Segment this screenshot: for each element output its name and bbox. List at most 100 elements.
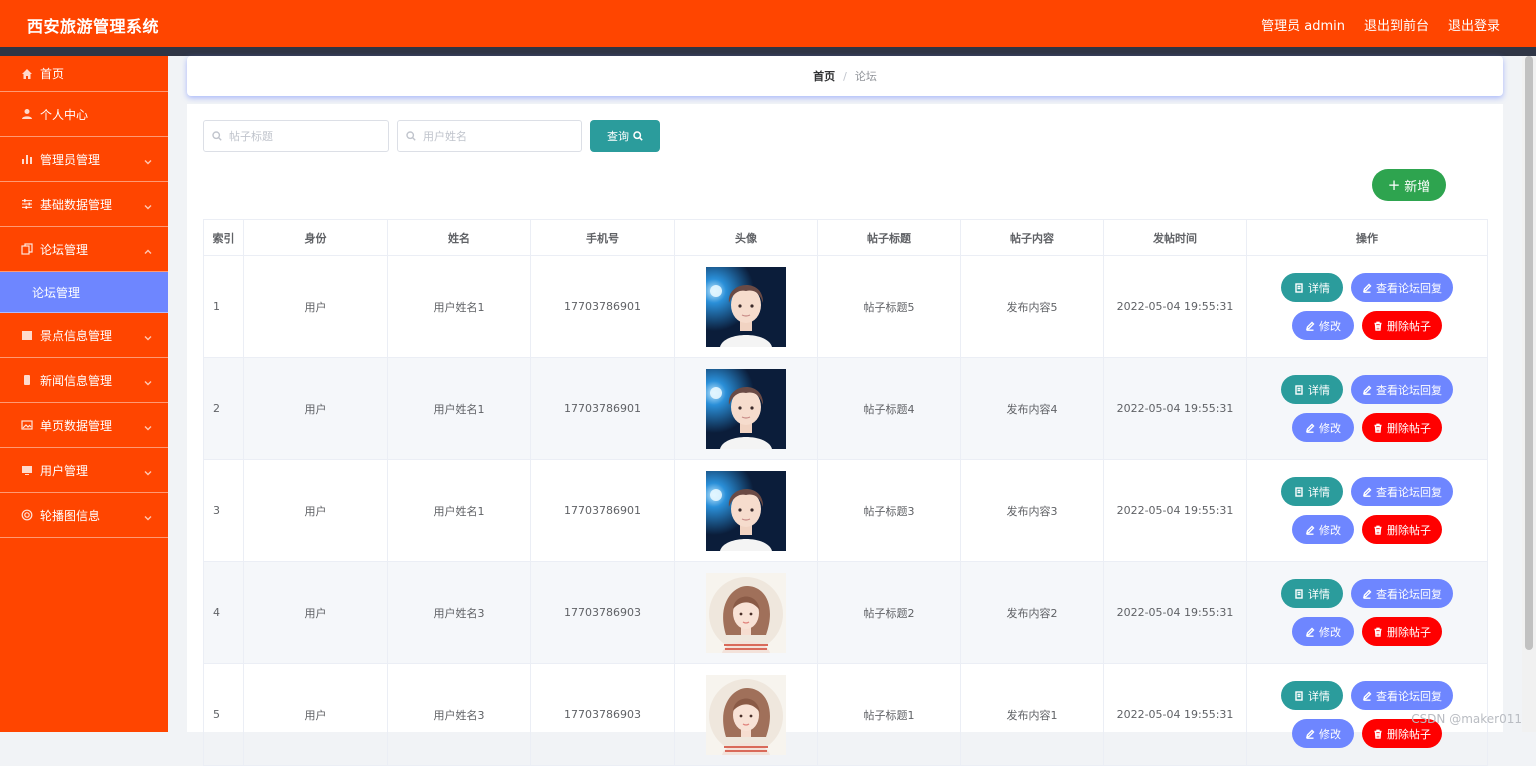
detail-button[interactable]: 详情 xyxy=(1281,579,1343,608)
view-replies-button-label: 查看论坛回复 xyxy=(1376,689,1442,703)
cell-actions: 详情 查看论坛回复 修改 删除帖子 xyxy=(1246,459,1488,562)
view-replies-button[interactable]: 查看论坛回复 xyxy=(1351,273,1453,302)
phone-icon xyxy=(20,373,34,387)
user-icon xyxy=(20,107,34,121)
cell-time: 2022-05-04 19:55:31 xyxy=(1103,255,1247,358)
delete-post-button[interactable]: 删除帖子 xyxy=(1362,413,1442,442)
column-header: 姓名 xyxy=(387,219,531,256)
view-replies-button[interactable]: 查看论坛回复 xyxy=(1351,681,1453,710)
view-replies-button-label: 查看论坛回复 xyxy=(1376,383,1442,397)
column-header: 身份 xyxy=(243,219,388,256)
cell-name: 用户姓名1 xyxy=(387,255,531,358)
edit-button-label: 修改 xyxy=(1319,319,1341,333)
delete-post-button[interactable]: 删除帖子 xyxy=(1362,311,1442,340)
edit-button[interactable]: 修改 xyxy=(1292,515,1354,544)
app-title: 西安旅游管理系统 xyxy=(27,17,160,36)
breadcrumb-home[interactable]: 首页 xyxy=(813,68,835,84)
query-button-label: 查询 xyxy=(607,130,629,143)
user-name-input[interactable] xyxy=(421,128,575,144)
sidebar-item-users[interactable]: 用户管理 xyxy=(0,448,168,493)
detail-button[interactable]: 详情 xyxy=(1281,477,1343,506)
admin-user-link[interactable]: 管理员 admin xyxy=(1261,15,1345,34)
detail-button-label: 详情 xyxy=(1308,281,1330,295)
sidebar-item-label: 基础数据管理 xyxy=(40,197,113,212)
chevron-down-icon xyxy=(144,331,152,341)
table-row: 2 用户 用户姓名1 17703786901 帖子标题4 发布内容4 2022-… xyxy=(203,357,1488,460)
add-button[interactable]: + 新增 xyxy=(1372,169,1446,201)
sidebar-item-profile[interactable]: 个人中心 xyxy=(0,92,168,137)
chevron-down-icon xyxy=(144,200,152,210)
edit-button[interactable]: 修改 xyxy=(1292,311,1354,340)
cell-avatar xyxy=(674,255,818,358)
exit-to-front-link[interactable]: 退出到前台 xyxy=(1364,15,1429,34)
trash-icon xyxy=(1374,423,1382,433)
view-replies-button[interactable]: 查看论坛回复 xyxy=(1351,375,1453,404)
sidebar-item-single-page[interactable]: 单页数据管理 xyxy=(0,403,168,448)
cell-time: 2022-05-04 19:55:31 xyxy=(1103,663,1247,766)
view-replies-button[interactable]: 查看论坛回复 xyxy=(1351,477,1453,506)
home-icon xyxy=(20,67,34,81)
edit-icon xyxy=(1306,627,1315,637)
view-replies-button-label: 查看论坛回复 xyxy=(1376,587,1442,601)
breadcrumb-current: 论坛 xyxy=(854,70,877,83)
post-title-input[interactable] xyxy=(227,128,381,144)
table-row: 1 用户 用户姓名1 17703786901 帖子标题5 发布内容5 2022-… xyxy=(203,255,1488,358)
sidebar-item-admins[interactable]: 管理员管理 xyxy=(0,137,168,182)
logout-link[interactable]: 退出登录 xyxy=(1448,15,1500,34)
post-title-search-field[interactable] xyxy=(203,120,389,152)
view-replies-button[interactable]: 查看论坛回复 xyxy=(1351,579,1453,608)
detail-button-label: 详情 xyxy=(1308,383,1330,397)
query-button[interactable]: 查询 xyxy=(590,120,660,152)
detail-button[interactable]: 详情 xyxy=(1281,273,1343,302)
search-icon xyxy=(406,131,416,141)
delete-post-button[interactable]: 删除帖子 xyxy=(1362,515,1442,544)
user-name-search-field[interactable] xyxy=(397,120,582,152)
sidebar-item-forum[interactable]: 论坛管理 xyxy=(0,227,168,272)
column-header: 头像 xyxy=(674,219,818,256)
cell-actions: 详情 查看论坛回复 修改 删除帖子 xyxy=(1246,357,1488,460)
trash-icon xyxy=(1374,525,1382,535)
top-links: 管理员 admin 退出到前台 退出登录 xyxy=(1261,15,1500,34)
monitor-icon xyxy=(20,463,34,477)
breadcrumb: 首页 / 论坛 xyxy=(187,56,1503,96)
table-row: 3 用户 用户姓名1 17703786901 帖子标题3 发布内容3 2022-… xyxy=(203,459,1488,562)
cell-phone: 17703786901 xyxy=(530,459,675,562)
cell-actions: 详情 查看论坛回复 修改 删除帖子 xyxy=(1246,255,1488,358)
detail-button[interactable]: 详情 xyxy=(1281,681,1343,710)
view-replies-button-label: 查看论坛回复 xyxy=(1376,485,1442,499)
sidebar-item-scenic[interactable]: 景点信息管理 xyxy=(0,313,168,358)
edit-icon xyxy=(1306,423,1315,433)
sidebar-item-news[interactable]: 新闻信息管理 xyxy=(0,358,168,403)
edit-button[interactable]: 修改 xyxy=(1292,719,1354,748)
cell-avatar xyxy=(674,459,818,562)
table-header-row: 索引 身份 姓名 手机号 头像 帖子标题 帖子内容 发帖时间 操作 xyxy=(203,219,1488,256)
search-icon xyxy=(633,131,643,141)
page-scrollbar[interactable] xyxy=(1522,56,1536,732)
detail-button[interactable]: 详情 xyxy=(1281,375,1343,404)
sidebar-item-label: 新闻信息管理 xyxy=(40,373,113,388)
cell-name: 用户姓名1 xyxy=(387,459,531,562)
chevron-down-icon xyxy=(144,155,152,165)
sidebar-item-home[interactable]: 首页 xyxy=(0,56,168,92)
sidebar-item-carousel[interactable]: 轮播图信息 xyxy=(0,493,168,538)
add-button-label: 新增 xyxy=(1404,179,1431,195)
delete-post-button[interactable]: 删除帖子 xyxy=(1362,617,1442,646)
cell-role: 用户 xyxy=(243,357,388,460)
cell-role: 用户 xyxy=(243,663,388,766)
cell-title: 帖子标题4 xyxy=(817,357,961,460)
cell-content: 发布内容5 xyxy=(960,255,1104,358)
edit-button-label: 修改 xyxy=(1319,523,1341,537)
delete-post-button-label: 删除帖子 xyxy=(1387,523,1431,537)
scrollbar-thumb[interactable] xyxy=(1525,56,1533,650)
edit-icon xyxy=(1306,321,1315,331)
sidebar: 首页 个人中心 管理员管理 基础数据管理 论坛管理 论坛管理 景点信息管理 新闻… xyxy=(0,56,168,732)
sidebar-subitem-forum-manage[interactable]: 论坛管理 xyxy=(0,272,168,313)
edit-icon xyxy=(1363,487,1372,497)
sidebar-item-basic-data[interactable]: 基础数据管理 xyxy=(0,182,168,227)
target-icon xyxy=(20,508,34,522)
edit-button[interactable]: 修改 xyxy=(1292,617,1354,646)
edit-button[interactable]: 修改 xyxy=(1292,413,1354,442)
bar-chart-icon xyxy=(20,152,34,166)
watermark: CSDN @maker011 xyxy=(1411,712,1522,726)
cell-phone: 17703786901 xyxy=(530,255,675,358)
